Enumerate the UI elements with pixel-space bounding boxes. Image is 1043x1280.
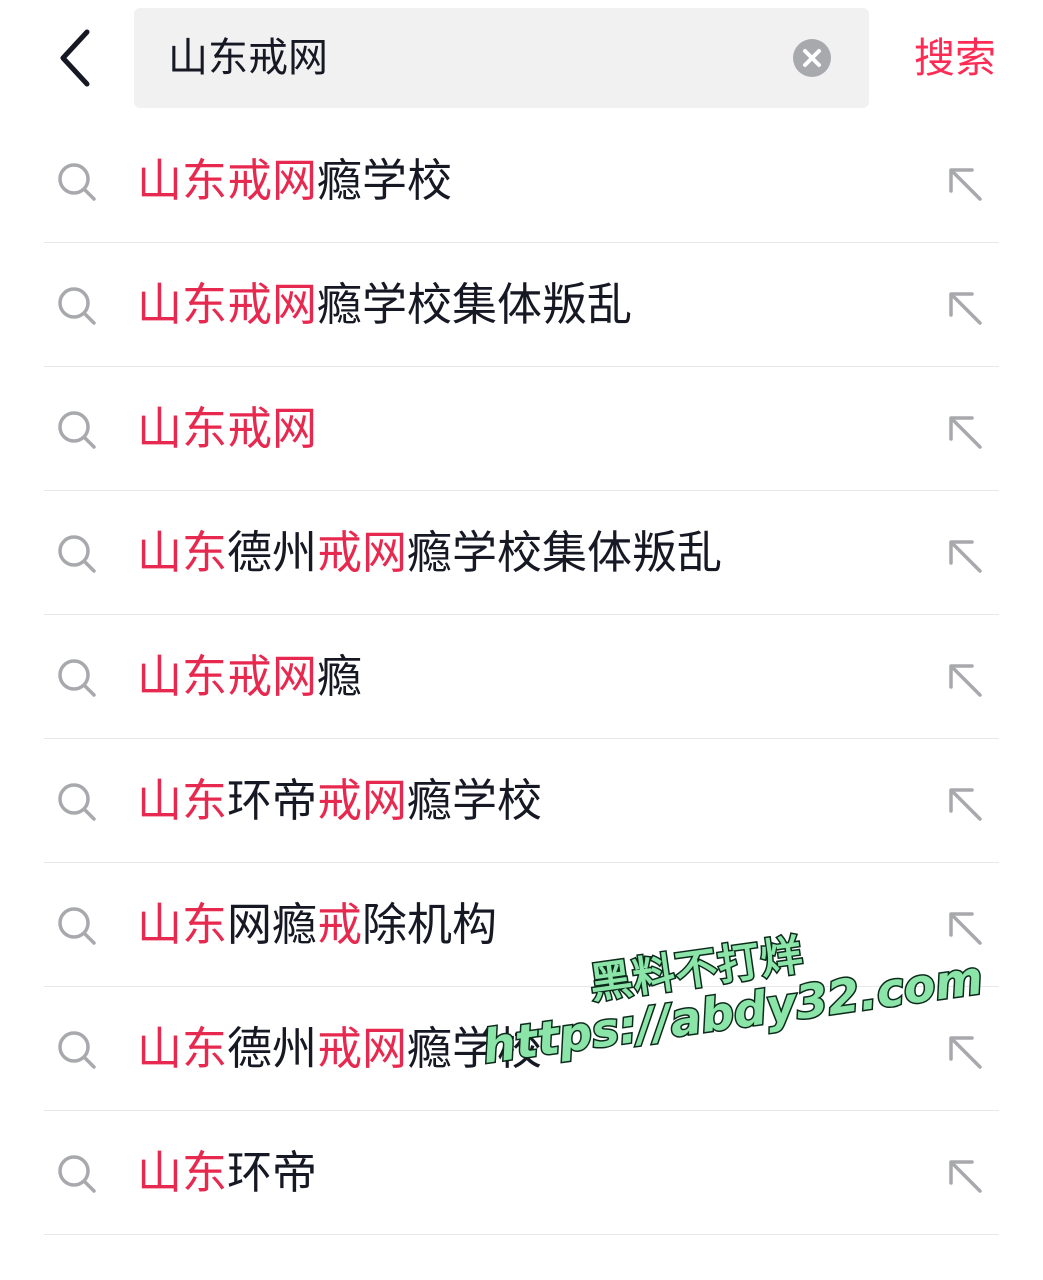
suggestion-match-text: 山东戒网 (137, 278, 318, 331)
clear-icon[interactable] (792, 38, 832, 78)
back-button[interactable] (40, 18, 110, 98)
search-icon (58, 783, 96, 821)
search-icon (58, 287, 96, 325)
suggestion-rest-text: 环帝 (227, 774, 318, 827)
arrow-up-left-icon[interactable] (940, 779, 990, 829)
suggestion-rest-text: 网瘾 (227, 898, 318, 951)
search-button[interactable]: 搜索 (900, 18, 1010, 98)
suggestion-match-text: 戒网 (317, 1022, 408, 1075)
suggestion-text: 山东网瘾戒除机构 (137, 863, 497, 987)
search-icon (58, 1031, 96, 1069)
suggestion-rest-text: 瘾学校 (317, 154, 453, 207)
suggestion-match-text: 山东戒网 (137, 402, 318, 455)
suggestion-text: 山东戒网瘾学校集体叛乱 (137, 243, 632, 367)
search-icon (58, 163, 96, 201)
suggestion-match-text: 山东戒网 (137, 154, 318, 207)
search-icon (58, 535, 96, 573)
suggestion-item[interactable]: 山东戒网瘾学校 (0, 119, 1043, 243)
suggestion-match-text: 山东 (137, 526, 228, 579)
suggestion-item[interactable]: 山东德州戒网瘾学校集体叛乱 (0, 491, 1043, 615)
suggestion-match-text: 戒网 (317, 526, 408, 579)
search-input[interactable] (168, 8, 768, 108)
arrow-up-left-icon[interactable] (940, 159, 990, 209)
suggestion-text: 山东环帝 (137, 1111, 317, 1235)
suggestion-item[interactable]: 山东戒网 (0, 367, 1043, 491)
suggestion-text: 山东戒网瘾 (137, 615, 362, 739)
suggestion-match-text: 戒 (317, 898, 363, 951)
suggestion-rest-text: 德州 (227, 526, 318, 579)
suggestion-rest-text: 除机构 (362, 898, 498, 951)
suggestion-match-text: 山东 (137, 1146, 228, 1199)
suggestion-item[interactable]: 山东戒网瘾学校集体叛乱 (0, 243, 1043, 367)
suggestion-item[interactable]: 山东戒网瘾 (0, 615, 1043, 739)
arrow-up-left-icon[interactable] (940, 531, 990, 581)
suggestion-text: 山东德州戒网瘾学校 (137, 987, 542, 1111)
suggestion-rest-text: 瘾学校 (407, 1022, 543, 1075)
suggestion-text: 山东环帝戒网瘾学校 (137, 739, 542, 863)
search-icon (58, 907, 96, 945)
suggestion-match-text: 戒网 (317, 774, 408, 827)
suggestion-rest-text: 瘾学校 (407, 774, 543, 827)
search-header: 搜索 (0, 0, 1043, 120)
suggestion-item[interactable]: 山东环帝戒网瘾学校 (0, 739, 1043, 863)
suggestion-item[interactable]: 山东德州戒网瘾学校 (0, 987, 1043, 1111)
suggestion-match-text: 山东 (137, 774, 228, 827)
suggestion-match-text: 山东戒网 (137, 650, 318, 703)
search-icon (58, 411, 96, 449)
arrow-up-left-icon[interactable] (940, 407, 990, 457)
arrow-up-left-icon[interactable] (940, 903, 990, 953)
search-box (134, 8, 869, 108)
arrow-up-left-icon[interactable] (940, 283, 990, 333)
suggestion-text: 山东戒网 (137, 367, 317, 491)
suggestion-rest-text: 环帝 (227, 1146, 318, 1199)
suggestion-item[interactable]: 山东网瘾戒除机构 (0, 863, 1043, 987)
arrow-up-left-icon[interactable] (940, 1027, 990, 1077)
arrow-up-left-icon[interactable] (940, 655, 990, 705)
suggestion-rest-text: 瘾学校集体叛乱 (317, 278, 633, 331)
suggestion-item[interactable]: 山东环帝 (0, 1111, 1043, 1235)
suggestion-list: 山东戒网瘾学校 山东戒网瘾学校集体叛乱 山东戒网 山东德州戒网瘾学校集体叛乱 山东戒网瘾… (0, 119, 1043, 1235)
search-icon (58, 659, 96, 697)
suggestion-rest-text: 德州 (227, 1022, 318, 1075)
arrow-up-left-icon[interactable] (940, 1151, 990, 1201)
suggestion-rest-text: 瘾学校集体叛乱 (407, 526, 723, 579)
suggestion-text: 山东德州戒网瘾学校集体叛乱 (137, 491, 722, 615)
search-icon (58, 1155, 96, 1193)
suggestion-rest-text: 瘾 (317, 650, 363, 703)
suggestion-match-text: 山东 (137, 898, 228, 951)
suggestion-match-text: 山东 (137, 1022, 228, 1075)
suggestion-text: 山东戒网瘾学校 (137, 119, 452, 243)
chevron-left-icon (60, 29, 90, 87)
